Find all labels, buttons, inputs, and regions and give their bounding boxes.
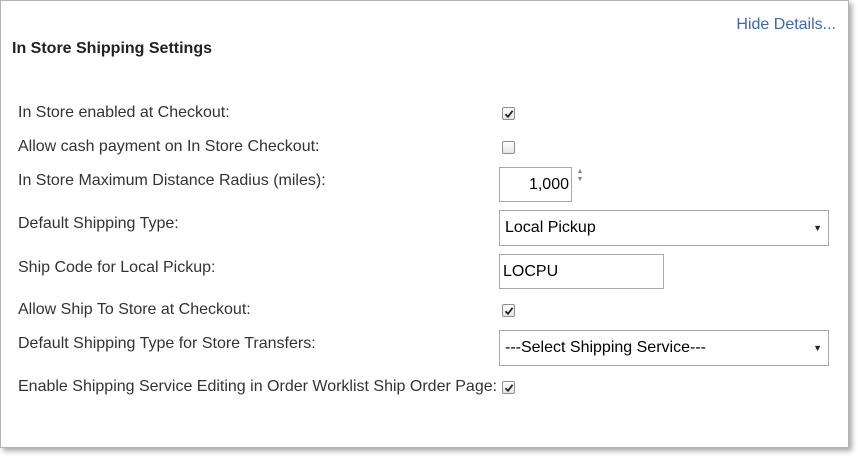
default-shipping-type-value: Local Pickup bbox=[505, 219, 596, 236]
in-store-enabled-label: In Store enabled at Checkout: bbox=[18, 104, 230, 121]
max-radius-input[interactable]: 1,000 bbox=[499, 167, 572, 202]
ship-code-input[interactable]: LOCPU bbox=[499, 254, 664, 289]
default-shipping-type-select[interactable]: Local Pickup ▼ bbox=[499, 210, 829, 246]
enable-editing-label: Enable Shipping Service Editing in Order… bbox=[18, 378, 498, 395]
default-shipping-type-label: Default Shipping Type: bbox=[18, 215, 179, 232]
checkmark-icon bbox=[504, 307, 514, 316]
allow-cash-label: Allow cash payment on In Store Checkout: bbox=[18, 138, 320, 155]
dropdown-arrow-icon: ▼ bbox=[813, 343, 822, 353]
checkmark-icon bbox=[504, 384, 514, 393]
in-store-enabled-checkbox[interactable] bbox=[502, 107, 515, 120]
section-title: In Store Shipping Settings bbox=[12, 40, 212, 57]
allow-ship-to-store-label: Allow Ship To Store at Checkout: bbox=[18, 301, 251, 318]
hide-details-link[interactable]: Hide Details... bbox=[736, 16, 836, 34]
checkmark-icon bbox=[504, 110, 514, 119]
store-transfers-type-value: ---Select Shipping Service--- bbox=[505, 339, 706, 356]
store-transfers-type-label: Default Shipping Type for Store Transfer… bbox=[18, 335, 316, 352]
ship-code-label: Ship Code for Local Pickup: bbox=[18, 259, 216, 276]
enable-editing-checkbox[interactable] bbox=[502, 381, 515, 394]
store-transfers-type-select[interactable]: ---Select Shipping Service--- ▼ bbox=[499, 330, 829, 366]
allow-cash-checkbox[interactable] bbox=[502, 141, 515, 154]
dropdown-arrow-icon: ▼ bbox=[813, 223, 822, 233]
allow-ship-to-store-checkbox[interactable] bbox=[502, 304, 515, 317]
spinner-arrows-icon[interactable]: ▲ ▼ bbox=[576, 168, 584, 186]
max-radius-label: In Store Maximum Distance Radius (miles)… bbox=[18, 172, 326, 189]
settings-panel: Hide Details... In Store Shipping Settin… bbox=[0, 0, 849, 448]
